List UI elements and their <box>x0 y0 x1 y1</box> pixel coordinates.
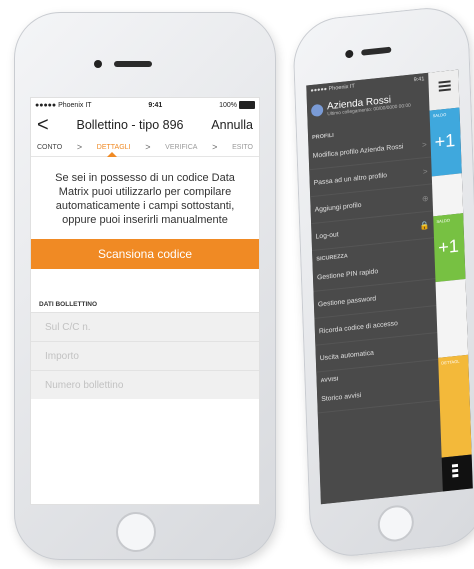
hamburger-menu-icon[interactable] <box>438 80 451 84</box>
right-screen: ●●●●● Phoenix IT 9:41 Azienda Rossi Ulti… <box>306 69 473 505</box>
dettagli-card: DETTAGL <box>438 354 472 458</box>
nav-bar: < Bollettino - tipo 896 Annulla <box>31 112 259 138</box>
menu-grid-icon[interactable] <box>451 463 459 468</box>
account-icon <box>310 103 324 118</box>
step-verifica: VERIFICA <box>165 143 198 151</box>
chevron-right-icon: > <box>422 166 428 176</box>
info-text: Se sei in possesso di un codice Data Mat… <box>55 172 235 226</box>
list-area <box>431 173 464 217</box>
right-phone-frame: ●●●●● Phoenix IT 9:41 Azienda Rossi Ulti… <box>292 3 474 561</box>
left-screen: ●●●●● Phoenix IT 9:41 100% < Bollettino … <box>30 97 260 505</box>
speaker-grille <box>114 61 152 67</box>
chevron-right-icon: > <box>145 142 151 152</box>
battery-indicator: 100% <box>219 101 255 109</box>
status-bar: ●●●●● Phoenix IT 9:41 100% <box>31 98 259 112</box>
camera-icon <box>345 49 354 59</box>
side-drawer: ●●●●● Phoenix IT 9:41 Azienda Rossi Ulti… <box>306 72 443 505</box>
lock-icon: 🔒 <box>419 220 430 231</box>
time-label: 9:41 <box>148 101 163 109</box>
step-indicator: CONTO > DETTAGLI > VERIFICA > ESITO <box>31 138 259 157</box>
list-area <box>435 278 469 358</box>
time-label: 9:41 <box>413 76 425 84</box>
speaker-grille <box>361 46 392 56</box>
home-button[interactable] <box>116 512 156 552</box>
plus-icon: ⊕ <box>421 193 429 203</box>
home-button[interactable] <box>377 503 415 544</box>
section-header: DATI BOLLETTINO <box>39 301 98 308</box>
carrier-label: ●●●●● Phoenix IT <box>35 101 92 109</box>
step-esito: ESITO <box>232 143 253 151</box>
battery-icon <box>239 101 255 109</box>
scan-code-button[interactable]: Scansiona codice <box>31 239 259 269</box>
step-conto: CONTO <box>37 143 63 151</box>
camera-icon <box>94 60 102 68</box>
tab-bar <box>441 454 473 492</box>
chevron-right-icon: > <box>212 142 218 152</box>
page-title: Bollettino - tipo 896 <box>76 118 184 132</box>
cancel-button[interactable]: Annulla <box>211 118 253 132</box>
step-dettagli: DETTAGLI <box>96 143 131 151</box>
cc-number-field[interactable]: Sul C/C n. <box>31 312 259 341</box>
active-step-caret-icon <box>107 152 117 157</box>
header-area <box>428 69 460 111</box>
chevron-right-icon: > <box>421 139 427 149</box>
back-button[interactable]: < <box>37 115 49 135</box>
amount-field[interactable]: Importo <box>31 341 259 370</box>
saldo-card-green: SALDO +1 <box>433 213 466 283</box>
chevron-right-icon: > <box>76 142 83 152</box>
saldo-card-blue: SALDO +1 <box>429 107 462 177</box>
bill-number-field[interactable]: Numero bollettino <box>31 370 259 399</box>
